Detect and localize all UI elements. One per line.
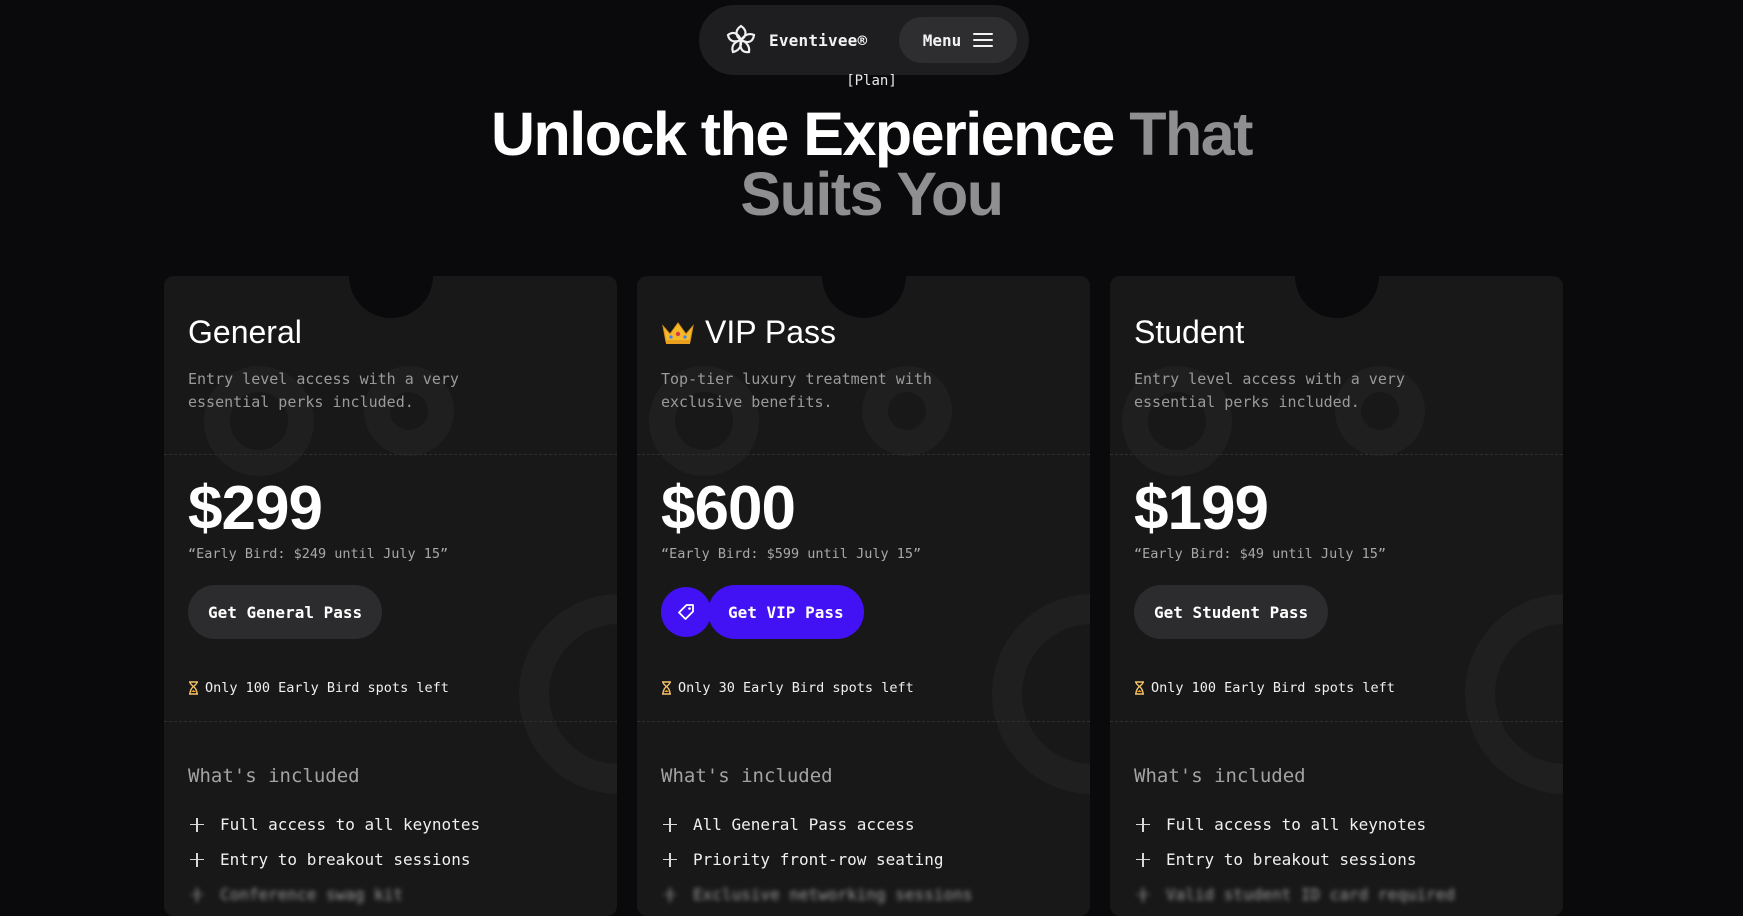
brand-name: Eventivee® [769,30,868,50]
plan-title: VIP Pass [661,314,836,351]
plus-icon [1134,816,1152,834]
divider [164,721,617,722]
feature-list: All General Pass access Priority front-r… [661,807,972,912]
menu-button[interactable]: Menu [899,17,1017,63]
decor-ring [519,594,617,794]
plus-icon [188,816,206,834]
spots-text: Only 100 Early Bird spots left [1151,680,1395,696]
list-item: Entry to breakout sessions [188,842,480,877]
page-headline: Unlock the Experience That Suits You [0,104,1743,225]
list-item: Full access to all keynotes [188,807,480,842]
headline-white: Unlock the Experience [490,100,1115,168]
feature-text: Entry to breakout sessions [1166,850,1417,869]
early-bird-note: “Early Bird: $49 until July 15” [1134,546,1386,562]
hamburger-icon [973,32,994,48]
list-item: Full access to all keynotes [1134,807,1455,842]
included-title: What's included [1134,765,1306,787]
plan-card-general: General Entry level access with a very e… [164,276,617,916]
list-item: Valid student ID card required [1134,877,1455,912]
divider [637,721,1090,722]
decor-ring [992,594,1090,794]
headline-gray-2: Suits You [740,160,1004,228]
brand[interactable]: Eventivee® [723,22,899,58]
spots-text: Only 100 Early Bird spots left [205,680,449,696]
plus-icon [188,886,206,904]
plan-title-text: VIP Pass [705,314,837,350]
spots-left: Only 30 Early Bird spots left [661,680,914,696]
tag-icon [678,604,694,620]
plus-icon [661,851,679,869]
plus-icon [188,851,206,869]
feature-list: Full access to all keynotes Entry to bre… [188,807,480,912]
plan-title: General [188,314,302,350]
get-vip-pass-button[interactable]: Get VIP Pass [708,585,864,639]
spots-left: Only 100 Early Bird spots left [188,680,449,696]
feature-text: Full access to all keynotes [220,815,481,834]
feature-text: Conference swag kit [220,885,404,904]
decor-ring [1465,594,1563,794]
early-bird-note: “Early Bird: $249 until July 15” [188,546,449,562]
plus-icon [661,886,679,904]
get-student-pass-button[interactable]: Get Student Pass [1134,585,1329,639]
menu-label: Menu [922,30,962,50]
divider [637,454,1090,455]
headline-gray-1: That [1129,100,1253,168]
feature-text: Exclusive networking sessions [693,885,973,904]
plan-description: Entry level access with a very essential… [1134,370,1405,411]
plan-description: Top-tier luxury treatment with exclusive… [661,370,932,411]
crown-icon [662,321,694,344]
plus-icon [661,816,679,834]
plan-price: $199 [1134,474,1269,543]
list-item: Exclusive networking sessions [661,877,972,912]
plus-icon [1134,851,1152,869]
feature-text: Entry to breakout sessions [220,850,471,869]
plus-icon [1134,886,1152,904]
plan-card-vip: VIP Pass Top-tier luxury treatment with … [637,276,1090,916]
divider [1110,454,1563,455]
plan-title: Student [1134,314,1245,350]
hourglass-icon [1135,681,1144,695]
section-tag: [Plan] [846,73,897,89]
hourglass-icon [662,681,671,695]
list-item: Conference swag kit [188,877,480,912]
list-item: Entry to breakout sessions [1134,842,1455,877]
divider [1110,721,1563,722]
included-title: What's included [188,765,360,787]
get-general-pass-button[interactable]: Get General Pass [188,585,383,639]
plan-price: $299 [188,474,323,543]
list-item: All General Pass access [661,807,972,842]
list-item: Priority front-row seating [661,842,972,877]
hourglass-icon [189,681,198,695]
tag-icon-button[interactable] [661,587,711,637]
divider [164,454,617,455]
plan-card-student: Student Entry level access with a very e… [1110,276,1563,916]
included-title: What's included [661,765,833,787]
spots-text: Only 30 Early Bird spots left [678,680,914,696]
feature-text: Priority front-row seating [693,850,944,869]
flower-logo-icon [726,24,756,54]
card-notch [348,276,433,318]
card-notch [821,276,906,318]
feature-text: Full access to all keynotes [1166,815,1427,834]
feature-list: Full access to all keynotes Entry to bre… [1134,807,1455,912]
early-bird-note: “Early Bird: $599 until July 15” [661,546,922,562]
spots-left: Only 100 Early Bird spots left [1134,680,1395,696]
feature-text: Valid student ID card required [1166,885,1455,904]
feature-text: All General Pass access [693,815,915,834]
top-nav: Eventivee® Menu [699,5,1029,75]
plan-price: $600 [661,474,796,543]
plan-description: Entry level access with a very essential… [188,370,459,411]
card-notch [1294,276,1379,318]
